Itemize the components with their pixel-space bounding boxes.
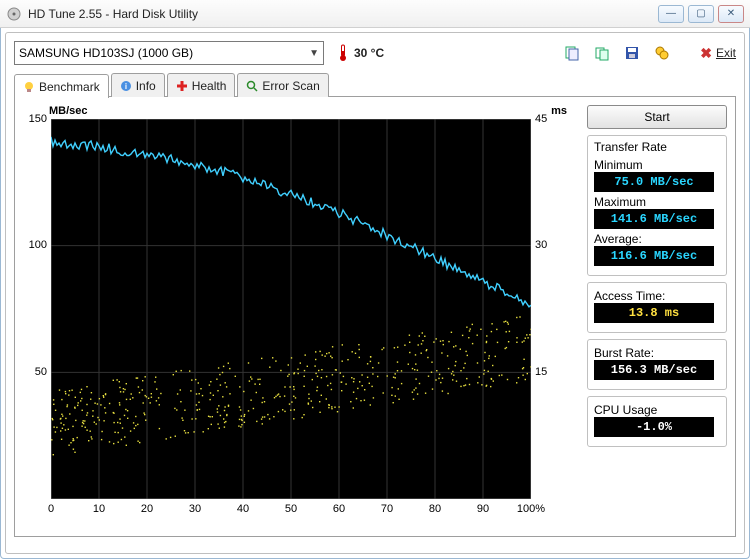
magnifier-icon: [246, 80, 258, 92]
tab-label: Benchmark: [39, 80, 100, 94]
options-button[interactable]: [652, 43, 672, 63]
temperature-display: 30 °C: [338, 44, 384, 62]
x-tick: 50: [285, 503, 297, 515]
avg-label: Average:: [594, 232, 720, 246]
maximize-button[interactable]: ▢: [688, 5, 714, 23]
y-right-tick: 30: [535, 239, 559, 251]
y-right-tick: 15: [535, 366, 559, 378]
y-right-tick: 45: [535, 113, 559, 125]
transfer-rate-group: Transfer Rate Minimum 75.0 MB/sec Maximu…: [587, 135, 727, 276]
window-frame: SAMSUNG HD103SJ (1000 GB) ▼ 30 °C ✖ Exit…: [0, 28, 750, 559]
burst-rate-group: Burst Rate: 156.3 MB/sec: [587, 339, 727, 390]
y-left-unit: MB/sec: [49, 105, 88, 117]
toolbar: SAMSUNG HD103SJ (1000 GB) ▼ 30 °C ✖ Exit: [14, 39, 736, 67]
app-icon: [6, 6, 22, 22]
exit-label: Exit: [716, 46, 736, 60]
toolbar-buttons: [562, 43, 672, 63]
transfer-rate-line: [51, 119, 531, 499]
x-tick: 10: [93, 503, 105, 515]
close-icon: ✖: [700, 45, 712, 62]
x-tick: 90: [477, 503, 489, 515]
copy-screenshot-button[interactable]: [592, 43, 612, 63]
x-tick: 100%: [517, 503, 545, 515]
x-tick: 70: [381, 503, 393, 515]
benchmark-plot: [51, 119, 531, 499]
drive-select[interactable]: SAMSUNG HD103SJ (1000 GB) ▼: [14, 41, 324, 65]
svg-text:i: i: [125, 82, 127, 91]
cpu-value: -1.0%: [594, 417, 714, 437]
plus-icon: [176, 80, 188, 92]
x-tick: 0: [48, 503, 54, 515]
access-time-group: Access Time: 13.8 ms: [587, 282, 727, 333]
tab-label: Info: [136, 79, 156, 93]
burst-value: 156.3 MB/sec: [594, 360, 714, 380]
main-panel: SAMSUNG HD103SJ (1000 GB) ▼ 30 °C ✖ Exit…: [5, 32, 745, 554]
lightbulb-icon: [23, 81, 35, 93]
burst-label: Burst Rate:: [594, 346, 720, 360]
min-value: 75.0 MB/sec: [594, 172, 714, 192]
x-tick: 80: [429, 503, 441, 515]
tab-bar: Benchmark i Info Health Error Scan: [14, 73, 736, 97]
x-tick: 30: [189, 503, 201, 515]
max-value: 141.6 MB/sec: [594, 209, 714, 229]
y-left-tick: 150: [21, 113, 47, 125]
tab-label: Error Scan: [262, 79, 319, 93]
max-label: Maximum: [594, 195, 720, 209]
x-tick: 20: [141, 503, 153, 515]
window-title: HD Tune 2.55 - Hard Disk Utility: [28, 7, 658, 21]
minimize-button[interactable]: —: [658, 5, 684, 23]
x-tick: 40: [237, 503, 249, 515]
tab-health[interactable]: Health: [167, 73, 236, 97]
start-button[interactable]: Start: [587, 105, 727, 129]
y-left-tick: 100: [21, 239, 47, 251]
tab-benchmark[interactable]: Benchmark: [14, 74, 109, 98]
cpu-label: CPU Usage: [594, 403, 720, 417]
results-panel: Start Transfer Rate Minimum 75.0 MB/sec …: [587, 105, 727, 528]
drive-select-value: SAMSUNG HD103SJ (1000 GB): [19, 46, 193, 60]
start-label: Start: [644, 110, 669, 124]
avg-value: 116.6 MB/sec: [594, 246, 714, 266]
tab-label: Health: [192, 79, 227, 93]
min-label: Minimum: [594, 158, 720, 172]
close-button[interactable]: ✕: [718, 5, 744, 23]
copy-text-button[interactable]: [562, 43, 582, 63]
y-left-tick: 50: [21, 366, 47, 378]
access-value: 13.8 ms: [594, 303, 714, 323]
info-icon: i: [120, 80, 132, 92]
tab-info[interactable]: i Info: [111, 73, 165, 97]
chevron-down-icon: ▼: [309, 48, 319, 59]
temperature-value: 30 °C: [354, 46, 384, 60]
access-label: Access Time:: [594, 289, 720, 303]
save-button[interactable]: [622, 43, 642, 63]
tab-error-scan[interactable]: Error Scan: [237, 73, 328, 97]
title-bar: HD Tune 2.55 - Hard Disk Utility — ▢ ✕: [0, 0, 750, 28]
chart-area: MB/sec ms 150 100 50 45 30 15 0102030405…: [21, 105, 579, 528]
cpu-usage-group: CPU Usage -1.0%: [587, 396, 727, 447]
tab-content-benchmark: MB/sec ms 150 100 50 45 30 15 0102030405…: [14, 97, 736, 537]
x-tick: 60: [333, 503, 345, 515]
group-title: Transfer Rate: [594, 140, 720, 154]
exit-button[interactable]: ✖ Exit: [700, 45, 736, 62]
thermometer-icon: [338, 44, 348, 62]
